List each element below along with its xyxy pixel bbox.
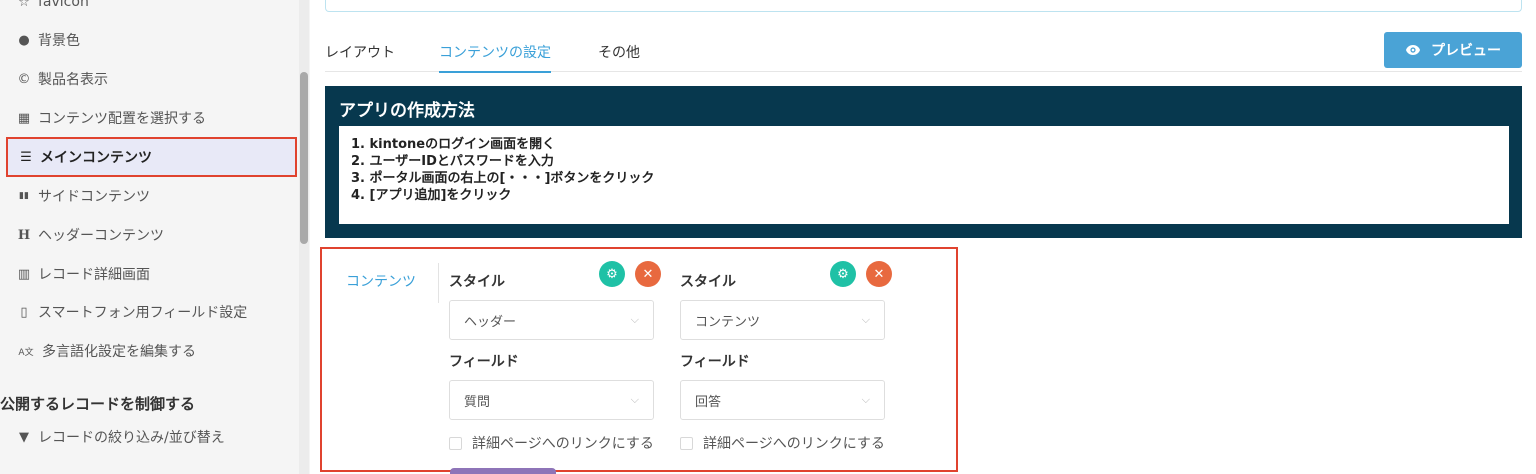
field-select[interactable]: 回答 ⌵	[680, 380, 885, 420]
star-icon: ☆	[18, 0, 30, 10]
sidebar-item-record-detail[interactable]: ▥ レコード詳細画面	[16, 262, 150, 286]
chevron-down-icon: ⌵	[630, 393, 639, 406]
sidebar-item-label: レコード詳細画面	[38, 267, 150, 283]
sidebar-section-heading: 公開するレコードを制御する	[0, 395, 196, 413]
detail-link-option: 詳細ページへのリンクにする	[680, 433, 885, 453]
sidebar-item-favicon[interactable]: ☆ favicon	[16, 0, 89, 14]
mobile-icon: ▯	[20, 304, 28, 320]
field-select[interactable]: 質問 ⌵	[449, 380, 654, 420]
content-column-1: スタイル ⚙ ✕ ヘッダー ⌵ フィールド 質問 ⌵ 詳細ページへのリンクにする	[449, 249, 679, 469]
field-select-value: 質問	[464, 394, 491, 410]
sidebar-item-label: サイドコンテンツ	[38, 189, 150, 205]
chevron-down-icon: ⌵	[861, 393, 870, 406]
gear-icon: ⚙	[606, 266, 618, 282]
sidebar-item-label: favicon	[38, 0, 89, 10]
sidebar-item-smartphone-fields[interactable]: ▯ スマートフォン用フィールド設定	[16, 300, 247, 324]
grid-icon: ▦	[17, 110, 31, 126]
detail-link-option: 詳細ページへのリンクにする	[449, 433, 654, 453]
instructions-body: 1. kintoneのログイン画面を開く 2. ユーザーIDとパスワードを入力 …	[339, 126, 1509, 224]
style-select[interactable]: ヘッダー ⌵	[449, 300, 654, 340]
sidebar-item-background-color[interactable]: ● 背景色	[16, 28, 80, 52]
sidebar-item-label: 製品名表示	[38, 72, 108, 88]
sidebar-item-header-content[interactable]: H ヘッダーコンテンツ	[16, 223, 164, 247]
settings-tabs: レイアウト コンテンツの設定 その他	[325, 40, 1522, 73]
editor-divider	[438, 263, 439, 303]
tab-other[interactable]: その他	[598, 42, 640, 71]
sidebar-item-main-content[interactable]: ☰ メインコンテンツ	[6, 137, 297, 177]
gear-icon: ⚙	[837, 266, 849, 282]
filter-icon: ▼	[19, 429, 29, 445]
sidebar-item-label: メインコンテンツ	[40, 150, 152, 166]
detail-link-label: 詳細ページへのリンクにする	[472, 436, 654, 452]
sidebar-item-label: 背景色	[38, 33, 80, 49]
eye-icon	[1406, 45, 1420, 55]
preview-button-label: プレビュー	[1431, 43, 1501, 59]
column-settings-button[interactable]: ⚙	[830, 261, 856, 287]
style-select[interactable]: コンテンツ ⌵	[680, 300, 885, 340]
instruction-step: 3. ポータル画面の右上の[・・・]ボタンをクリック	[351, 171, 655, 186]
detail-link-checkbox[interactable]	[680, 436, 693, 450]
column-remove-button[interactable]: ✕	[866, 261, 892, 287]
sidebar-item-label: 多言語化設定を編集する	[42, 344, 196, 360]
sidebar-item-product-name[interactable]: © 製品名表示	[16, 67, 109, 91]
column-remove-button[interactable]: ✕	[635, 261, 661, 287]
copyright-icon: ©	[17, 71, 31, 87]
sidebar-item-label: レコードの絞り込み/並び替え	[38, 430, 225, 446]
sidebar-item-content-layout[interactable]: ▦ コンテンツ配置を選択する	[16, 106, 206, 130]
sidebar-scrollbar-thumb[interactable]	[300, 72, 308, 244]
sidebar-item-record-filter[interactable]: ▼ レコードの絞り込み/並び替え	[16, 425, 225, 449]
chevron-down-icon: ⌵	[630, 313, 639, 326]
translate-icon: A文	[18, 347, 34, 358]
close-icon: ✕	[873, 266, 885, 282]
droplet-icon: ●	[18, 32, 30, 48]
instruction-step: 1. kintoneのログイン画面を開く	[351, 137, 556, 152]
sidebar-item-side-content[interactable]: ▮▮ サイドコンテンツ	[16, 184, 150, 208]
field-select-value: 回答	[695, 394, 722, 410]
tab-content-settings[interactable]: コンテンツの設定	[439, 42, 551, 73]
sidebar-item-label: スマートフォン用フィールド設定	[38, 305, 248, 321]
style-label: スタイル	[680, 274, 736, 290]
field-label: フィールド	[449, 354, 519, 370]
column-settings-button[interactable]: ⚙	[599, 261, 625, 287]
field-label: フィールド	[680, 354, 750, 370]
style-select-value: ヘッダー	[464, 314, 517, 330]
style-select-value: コンテンツ	[695, 314, 761, 330]
tab-layout[interactable]: レイアウト	[325, 42, 395, 71]
sidebar-item-label: ヘッダーコンテンツ	[38, 228, 164, 244]
heading-icon: H	[17, 227, 31, 243]
top-input-box[interactable]	[325, 0, 1522, 12]
preview-button[interactable]: プレビュー	[1384, 32, 1522, 68]
instructions-panel: アプリの作成方法 1. kintoneのログイン画面を開く 2. ユーザーIDと…	[325, 86, 1522, 238]
sidebar-item-label: コンテンツ配置を選択する	[38, 111, 206, 127]
sidebar: ☆ favicon ● 背景色 © 製品名表示 ▦ コンテンツ配置を選択する ☰…	[0, 0, 310, 474]
instruction-step: 4. [アプリ追加]をクリック	[351, 188, 512, 203]
instruction-step: 2. ユーザーIDとパスワードを入力	[351, 154, 554, 169]
detail-link-checkbox[interactable]	[449, 436, 462, 450]
add-column-button[interactable]	[450, 468, 556, 474]
close-icon: ✕	[642, 266, 654, 282]
content-column-2: スタイル ⚙ ✕ コンテンツ ⌵ フィールド 回答 ⌵ 詳細ページへのリンクにす…	[680, 249, 910, 469]
chevron-down-icon: ⌵	[861, 313, 870, 326]
columns-icon: ▮▮	[19, 191, 29, 201]
editor-section-label[interactable]: コンテンツ	[346, 271, 416, 291]
table-icon: ▥	[17, 266, 31, 282]
list-icon: ☰	[20, 149, 32, 165]
instructions-title: アプリの作成方法	[339, 101, 475, 121]
detail-link-label: 詳細ページへのリンクにする	[703, 436, 885, 452]
style-label: スタイル	[449, 274, 505, 290]
sidebar-item-multilanguage[interactable]: A文 多言語化設定を編集する	[16, 339, 196, 363]
content-editor: コンテンツ スタイル ⚙ ✕ ヘッダー ⌵ フィールド 質問 ⌵ 詳細ページへの…	[320, 247, 958, 474]
